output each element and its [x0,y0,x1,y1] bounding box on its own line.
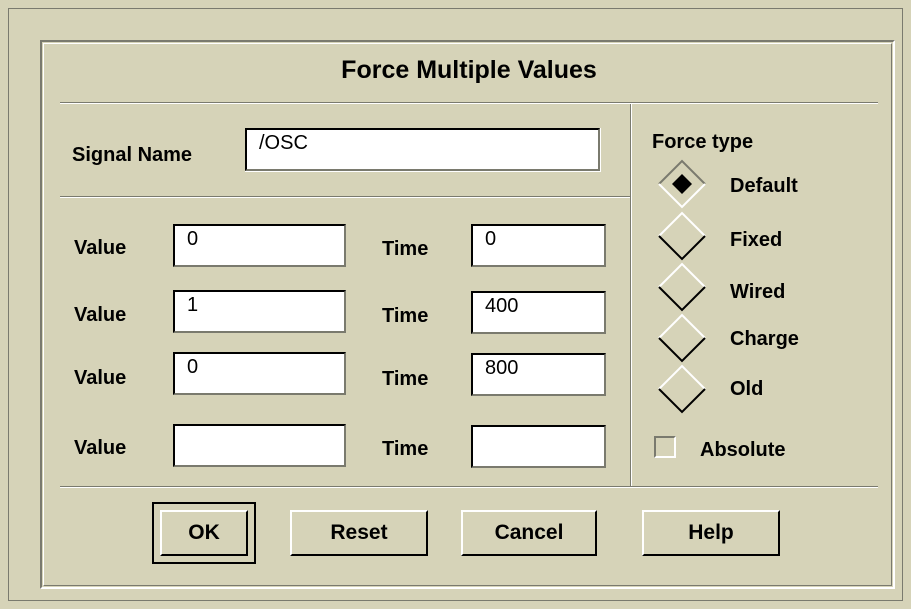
ok-button[interactable]: OK [160,510,248,556]
value-label: Value [74,367,127,389]
radio-old[interactable] [657,364,707,414]
radio-old-label[interactable]: Old [730,378,763,401]
value-input[interactable]: 1 [173,290,346,333]
time-input[interactable] [471,425,606,468]
absolute-label[interactable]: Absolute [700,439,786,462]
help-button[interactable]: Help [642,510,780,556]
time-input[interactable]: 800 [471,353,606,396]
time-label: Time [382,438,429,460]
time-label: Time [382,368,429,390]
value-label: Value [74,437,127,459]
time-label: Time [382,238,429,260]
value-input[interactable] [173,424,346,467]
signal-name-input[interactable]: /OSC [245,128,600,171]
time-input[interactable]: 0 [471,224,606,267]
reset-button[interactable]: Reset [290,510,428,556]
force-type-label: Force type [652,131,754,153]
radio-wired[interactable] [657,262,707,312]
buttons-separator [60,486,878,488]
value-input[interactable]: 0 [173,224,346,267]
radio-default-label[interactable]: Default [730,175,798,198]
absolute-checkbox[interactable] [654,436,676,458]
radio-fixed-label[interactable]: Fixed [730,229,782,252]
value-input[interactable]: 0 [173,352,346,395]
dialog-title: Force Multiple Values [341,56,597,84]
signal-separator [60,196,630,198]
time-input[interactable]: 400 [471,291,606,334]
radio-charge[interactable] [657,313,707,363]
radio-wired-label[interactable]: Wired [730,281,785,304]
value-label: Value [74,237,127,259]
radio-fixed[interactable] [657,211,707,261]
value-label: Value [74,304,127,326]
radio-charge-label[interactable]: Charge [730,328,799,351]
radio-default[interactable] [657,159,707,209]
time-label: Time [382,305,429,327]
title-separator [60,102,878,104]
signal-name-label: Signal Name [72,144,193,166]
force-type-divider [630,104,632,486]
cancel-button[interactable]: Cancel [461,510,597,556]
